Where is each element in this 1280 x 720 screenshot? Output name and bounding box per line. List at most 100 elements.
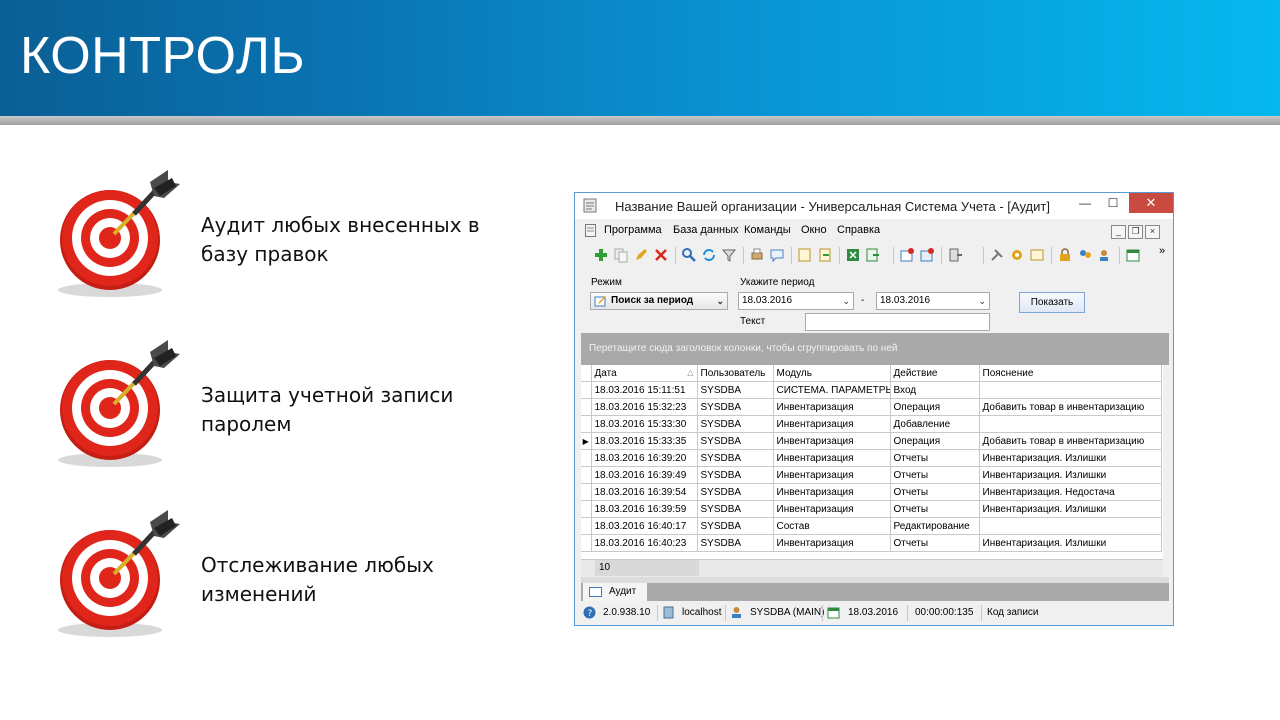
table-cell[interactable]: Операция	[889, 398, 980, 416]
column-header-date[interactable]: Дата △	[590, 365, 698, 382]
copy-icon[interactable]	[613, 247, 629, 263]
menu-help[interactable]: Справка	[837, 224, 880, 236]
column-header-action[interactable]: Действие	[889, 365, 980, 382]
table-cell[interactable]: SYSDBA	[696, 500, 774, 518]
table-cell[interactable]: SYSDBA	[696, 381, 774, 399]
table-cell[interactable]: 18.03.2016 15:33:30	[590, 415, 698, 433]
users-icon[interactable]	[1077, 247, 1093, 263]
add-icon[interactable]	[593, 247, 609, 263]
table-cell[interactable]: Инвентаризация. Излишки	[978, 500, 1162, 518]
export-icon[interactable]	[817, 247, 833, 263]
search-icon[interactable]	[681, 247, 697, 263]
table-cell[interactable]: Операция	[889, 432, 980, 450]
text-input[interactable]	[805, 313, 990, 331]
table-cell[interactable]: СИСТЕМА. ПАРАМЕТРЫ	[772, 381, 891, 399]
mdi-minimize-button[interactable]: _	[1111, 225, 1126, 239]
table-cell[interactable]: Отчеты	[889, 483, 980, 501]
mode-select[interactable]: Поиск за период ⌄	[590, 292, 728, 310]
table-cell[interactable]: 18.03.2016 15:33:35	[590, 432, 698, 450]
table-cell[interactable]: 18.03.2016 16:39:20	[590, 449, 698, 467]
table-cell[interactable]: Инвентаризация	[772, 398, 891, 416]
table-cell[interactable]: Добавить товар в инвентаризацию	[978, 398, 1162, 416]
table-cell[interactable]: Инвентаризация. Излишки	[978, 534, 1162, 552]
date-to-field[interactable]: 18.03.2016 ⌄	[876, 292, 990, 310]
table-row[interactable]: ▶ 18.03.2016 15:33:35 SYSDBA Инвентаризация…	[581, 432, 1162, 450]
table-cell[interactable]: Отчеты	[889, 466, 980, 484]
table-cell[interactable]: Инвентаризация	[772, 483, 891, 501]
table-cell[interactable]: 18.03.2016 15:32:23	[590, 398, 698, 416]
table-cell[interactable]: Вход	[889, 381, 980, 399]
table-cell[interactable]	[978, 381, 1162, 399]
menu-commands[interactable]: Команды	[744, 224, 791, 236]
close-button[interactable]: ✕	[1129, 193, 1173, 213]
comment-icon[interactable]	[769, 247, 785, 263]
tools-icon[interactable]	[989, 247, 1005, 263]
table-cell[interactable]: SYSDBA	[696, 483, 774, 501]
table-cell[interactable]: SYSDBA	[696, 415, 774, 433]
table-row[interactable]: 18.03.2016 16:40:23 SYSDBA Инвентаризация О…	[581, 534, 1162, 552]
table-cell[interactable]: SYSDBA	[696, 517, 774, 535]
maximize-button[interactable]: ☐	[1099, 193, 1127, 213]
menu-window[interactable]: Окно	[801, 224, 827, 236]
table-cell[interactable]: Инвентаризация	[772, 415, 891, 433]
note-icon[interactable]	[1029, 247, 1045, 263]
table-row[interactable]: 18.03.2016 16:40:17 SYSDBA Состав Редактиро…	[581, 517, 1162, 535]
table-row[interactable]: 18.03.2016 16:39:20 SYSDBA Инвентаризация О…	[581, 449, 1162, 467]
excel-icon[interactable]	[845, 247, 861, 263]
menu-program[interactable]: Программа	[604, 224, 662, 236]
import-icon[interactable]	[797, 247, 813, 263]
table-cell[interactable]: 18.03.2016 16:39:54	[590, 483, 698, 501]
table-cell[interactable]: Инвентаризация	[772, 432, 891, 450]
table-cell[interactable]: Инвентаризация. Излишки	[978, 449, 1162, 467]
table-cell[interactable]: SYSDBA	[696, 398, 774, 416]
table-cell[interactable]: SYSDBA	[696, 466, 774, 484]
table-row[interactable]: 18.03.2016 16:39:49 SYSDBA Инвентаризация О…	[581, 466, 1162, 484]
table-cell[interactable]: 18.03.2016 16:40:23	[590, 534, 698, 552]
show-button[interactable]: Показать	[1019, 292, 1085, 313]
filter-icon[interactable]	[721, 247, 737, 263]
excel-export-icon[interactable]	[865, 247, 881, 263]
lock-icon[interactable]	[1057, 247, 1073, 263]
table-cell[interactable]: Отчеты	[889, 500, 980, 518]
tab-audit[interactable]: Аудит	[583, 583, 647, 601]
edit-icon[interactable]	[633, 247, 649, 263]
table-cell[interactable]: Инвентаризация	[772, 449, 891, 467]
table-cell[interactable]	[978, 415, 1162, 433]
table-cell[interactable]: Инвентаризация	[772, 500, 891, 518]
mdi-close-button[interactable]: ×	[1145, 225, 1160, 239]
table-row[interactable]: 18.03.2016 16:39:54 SYSDBA Инвентаризация О…	[581, 483, 1162, 501]
table-cell[interactable]: 18.03.2016 15:11:51	[590, 381, 698, 399]
table-cell[interactable]: Инвентаризация	[772, 534, 891, 552]
menu-database[interactable]: База данных	[673, 224, 739, 236]
table-cell[interactable]: SYSDBA	[696, 432, 774, 450]
table-cell[interactable]: SYSDBA	[696, 534, 774, 552]
table-row[interactable]: 18.03.2016 16:39:59 SYSDBA Инвентаризация О…	[581, 500, 1162, 518]
table-row[interactable]: 18.03.2016 15:32:23 SYSDBA Инвентаризация О…	[581, 398, 1162, 416]
table-cell[interactable]: Отчеты	[889, 534, 980, 552]
table-cell[interactable]: Инвентаризация	[772, 466, 891, 484]
column-header-user[interactable]: Пользователь	[696, 365, 774, 382]
user-key-icon[interactable]	[1097, 247, 1113, 263]
table-cell[interactable]: 18.03.2016 16:40:17	[590, 517, 698, 535]
close-window-icon[interactable]	[919, 247, 935, 263]
table-cell[interactable]: Отчеты	[889, 449, 980, 467]
table-cell[interactable]: SYSDBA	[696, 449, 774, 467]
settings-icon[interactable]	[1009, 247, 1025, 263]
table-cell[interactable]: Редактирование	[889, 517, 980, 535]
column-header-note[interactable]: Пояснение	[978, 365, 1162, 382]
table-cell[interactable]: Инвентаризация. Излишки	[978, 466, 1162, 484]
table-row[interactable]: 18.03.2016 15:11:51 SYSDBA СИСТЕМА. ПАРАМЕ…	[581, 381, 1162, 399]
table-cell[interactable]: Добавить товар в инвентаризацию	[978, 432, 1162, 450]
table-cell[interactable]: 18.03.2016 16:39:49	[590, 466, 698, 484]
calendar-icon[interactable]	[1125, 247, 1141, 263]
print-icon[interactable]	[749, 247, 765, 263]
table-cell[interactable]: 18.03.2016 16:39:59	[590, 500, 698, 518]
table-cell[interactable]: Инвентаризация. Недостача	[978, 483, 1162, 501]
table-row[interactable]: 18.03.2016 15:33:30 SYSDBA Инвентаризация Д…	[581, 415, 1162, 433]
new-window-icon[interactable]	[899, 247, 915, 263]
minimize-button[interactable]: —	[1071, 193, 1099, 213]
delete-icon[interactable]	[653, 247, 669, 263]
table-cell[interactable]: Добавление	[889, 415, 980, 433]
column-header-module[interactable]: Модуль	[772, 365, 891, 382]
refresh-icon[interactable]	[701, 247, 717, 263]
